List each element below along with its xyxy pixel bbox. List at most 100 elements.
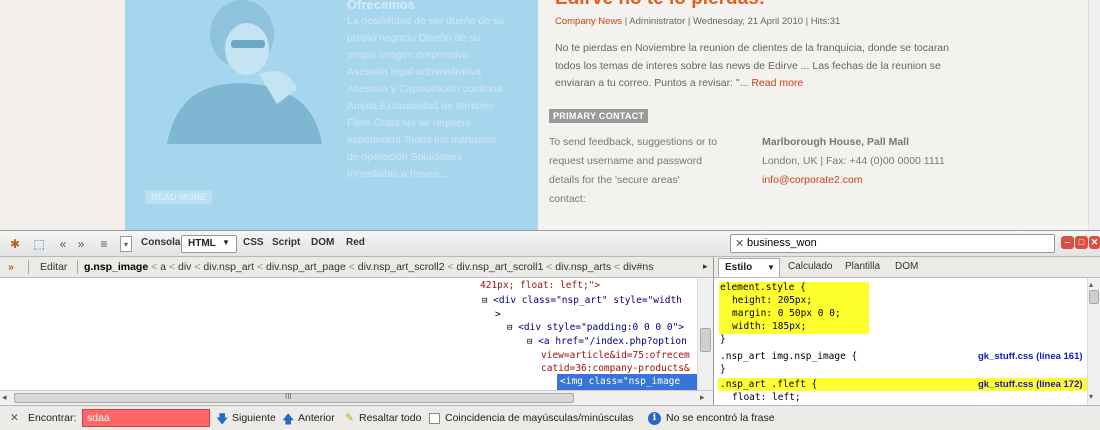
css-style-pane[interactable]: element.style { height: 205px; margin: 0…: [713, 278, 1087, 405]
breadcrumb-item[interactable]: g.nsp_image: [84, 261, 148, 273]
scroll-right-icon[interactable]: ▸: [700, 392, 705, 403]
primary-contact-heading: PRIMARY CONTACT: [549, 109, 649, 123]
html-line: 421px; float: left;">: [480, 280, 601, 291]
clear-search-icon[interactable]: ✕: [735, 237, 744, 250]
tab-css[interactable]: CSS: [243, 237, 264, 248]
collapse-icon[interactable]: ⊟: [507, 323, 512, 333]
article-meta-info: | Administrator | Wednesday, 21 April 20…: [622, 16, 841, 27]
css-property[interactable]: height: 205px;: [732, 295, 812, 306]
inspect-element-icon[interactable]: ⬚: [30, 236, 48, 252]
detach-icon[interactable]: □: [1075, 236, 1088, 249]
breadcrumb-item[interactable]: div.nsp_art_page: [266, 261, 346, 273]
tab-console[interactable]: Consola: [141, 237, 180, 248]
edit-button[interactable]: Editar: [40, 261, 67, 273]
html-line[interactable]: ⊟ <div class="nsp_art" style="width: [482, 295, 682, 306]
scroll-up-icon[interactable]: ▴: [1089, 280, 1093, 289]
scrollbar-thumb[interactable]: III: [14, 392, 574, 403]
scroll-left-icon[interactable]: ◂: [2, 392, 7, 403]
tab-style[interactable]: Estilo ▼: [718, 258, 780, 277]
read-more-button[interactable]: READ MORE: [145, 190, 213, 204]
tab-html-label: HTML: [188, 238, 216, 249]
inspected-element-highlight[interactable]: Ofrecemos La posibilidad de ser dueño de…: [125, 0, 538, 230]
html-pane-vertical-scrollbar[interactable]: [697, 278, 713, 390]
chevron-down-icon: ▼: [767, 263, 775, 272]
match-case-checkbox[interactable]: [429, 413, 440, 424]
expand-panel-icon[interactable]: »: [8, 261, 14, 273]
arrow-down-icon[interactable]: 🡇: [216, 410, 228, 430]
tab-dom[interactable]: DOM: [311, 237, 334, 248]
css-selector[interactable]: .nsp_art img.nsp_image {: [720, 351, 857, 362]
breadcrumb-scroll-right-icon[interactable]: ▸: [703, 261, 708, 272]
breadcrumb-item[interactable]: div.nsp_art: [203, 261, 254, 273]
breadcrumb-path: g.nsp_image < a < div < div.nsp_art < di…: [84, 261, 654, 273]
side-panel-tabs: Estilo ▼ Calculado Plantilla DOM: [713, 257, 1100, 278]
html-tree-pane[interactable]: 421px; float: left;"> ⊟ <div class="nsp_…: [0, 278, 697, 390]
css-brace: }: [720, 334, 726, 345]
breadcrumb-item[interactable]: div: [178, 261, 191, 273]
scrollbar-thumb[interactable]: [1089, 290, 1099, 304]
back-arrow-icon[interactable]: «: [56, 236, 70, 252]
html-line[interactable]: ⊟ <div style="padding:0 0 0 0">: [507, 322, 684, 333]
html-line[interactable]: ⊟ <a href="/index.php?option: [527, 336, 687, 347]
tab-layout[interactable]: Plantilla: [845, 261, 880, 272]
tab-script[interactable]: Script: [272, 237, 300, 248]
find-input[interactable]: sdaa: [82, 409, 210, 427]
find-label: Encontrar:: [28, 412, 77, 424]
css-property[interactable]: margin: 0 50px 0 0;: [732, 308, 841, 319]
html-pane-horizontal-scrollbar[interactable]: ◂ III ▸: [0, 390, 713, 405]
tab-computed[interactable]: Calculado: [788, 261, 832, 272]
contact-city-fax: London, UK | Fax: +44 (0)00 0000 1111: [762, 155, 945, 167]
divider: [77, 260, 78, 274]
css-source-link[interactable]: gk_stuff.css (línea 172): [978, 379, 1083, 390]
scroll-down-icon[interactable]: ▾: [1089, 392, 1093, 401]
article-category-link[interactable]: Company News: [555, 16, 622, 27]
arrow-up-icon[interactable]: 🡅: [282, 410, 294, 430]
breadcrumb-item[interactable]: div.nsp_art_scroll2: [358, 261, 445, 273]
divider: [28, 260, 29, 274]
scrollbar-thumb[interactable]: [700, 328, 711, 352]
css-source-link[interactable]: gk_stuff.css (línea 161): [978, 351, 1083, 362]
firebug-bug-icon[interactable]: ✱: [6, 236, 24, 252]
breadcrumb-item[interactable]: div.nsp_art_scroll1: [457, 261, 544, 273]
close-icon[interactable]: ✕: [1089, 236, 1100, 249]
contact-email-link[interactable]: info@corporate2.com: [762, 171, 982, 190]
html-line: view=article&id=75:ofrecem: [541, 350, 690, 361]
lead-text: La posibilidad de ser dueño de su propio…: [347, 15, 505, 180]
woman-photo: [147, 0, 327, 144]
highlight-all-button[interactable]: Resaltar todo: [359, 412, 421, 424]
article-title[interactable]: Edirve no te lo pierdas!: [555, 0, 765, 10]
find-status: No se encontró la frase: [666, 412, 775, 424]
page-scrollbar[interactable]: [1088, 0, 1100, 230]
css-selector[interactable]: .nsp_art .fleft {: [720, 379, 817, 390]
match-case-label[interactable]: Coincidencia de mayúsculas/minúsculas: [445, 412, 634, 424]
find-prev-button[interactable]: Anterior: [298, 412, 335, 424]
css-property[interactable]: float: left;: [732, 392, 801, 403]
collapse-icon[interactable]: ⊟: [527, 337, 532, 347]
breadcrumb: » Editar g.nsp_image < a < div < div.nsp…: [0, 257, 713, 278]
html-line: >: [495, 309, 501, 320]
breadcrumb-item[interactable]: a: [160, 261, 166, 273]
tab-html[interactable]: HTML ▼: [181, 235, 237, 253]
tab-net[interactable]: Red: [346, 237, 365, 248]
close-find-icon[interactable]: ✕: [10, 412, 19, 424]
find-next-button[interactable]: Siguiente: [232, 412, 276, 424]
selected-html-node[interactable]: <img class="nsp_image: [557, 374, 697, 390]
css-brace: }: [720, 364, 726, 375]
article-read-more-link[interactable]: Read more: [751, 77, 803, 89]
collapse-icon[interactable]: ⊟: [482, 296, 487, 306]
breadcrumb-item[interactable]: div#ns: [623, 261, 653, 273]
search-value: business_won: [747, 237, 817, 249]
dropdown-arrow-icon[interactable]: ▾: [120, 236, 132, 252]
breadcrumb-item[interactable]: div.nsp_arts: [555, 261, 611, 273]
firebug-search-input[interactable]: ✕ business_won: [730, 234, 1055, 253]
contact-description: To send feedback, suggestions or to requ…: [549, 136, 718, 205]
find-bar: ✕ Encontrar: sdaa 🡇 Siguiente 🡅 Anterior…: [0, 405, 1100, 430]
forward-arrow-icon[interactable]: »: [74, 236, 88, 252]
webpage-viewport: Ofrecemos La posibilidad de ser dueño de…: [0, 0, 1100, 230]
menu-lines-icon[interactable]: ≡: [96, 236, 112, 252]
tab-side-dom[interactable]: DOM: [895, 261, 918, 272]
css-property[interactable]: width: 185px;: [732, 321, 806, 332]
minimize-icon[interactable]: –: [1061, 236, 1074, 249]
css-pane-scrollbar[interactable]: ▴ ▾: [1087, 278, 1100, 405]
css-selector[interactable]: element.style {: [720, 282, 806, 293]
